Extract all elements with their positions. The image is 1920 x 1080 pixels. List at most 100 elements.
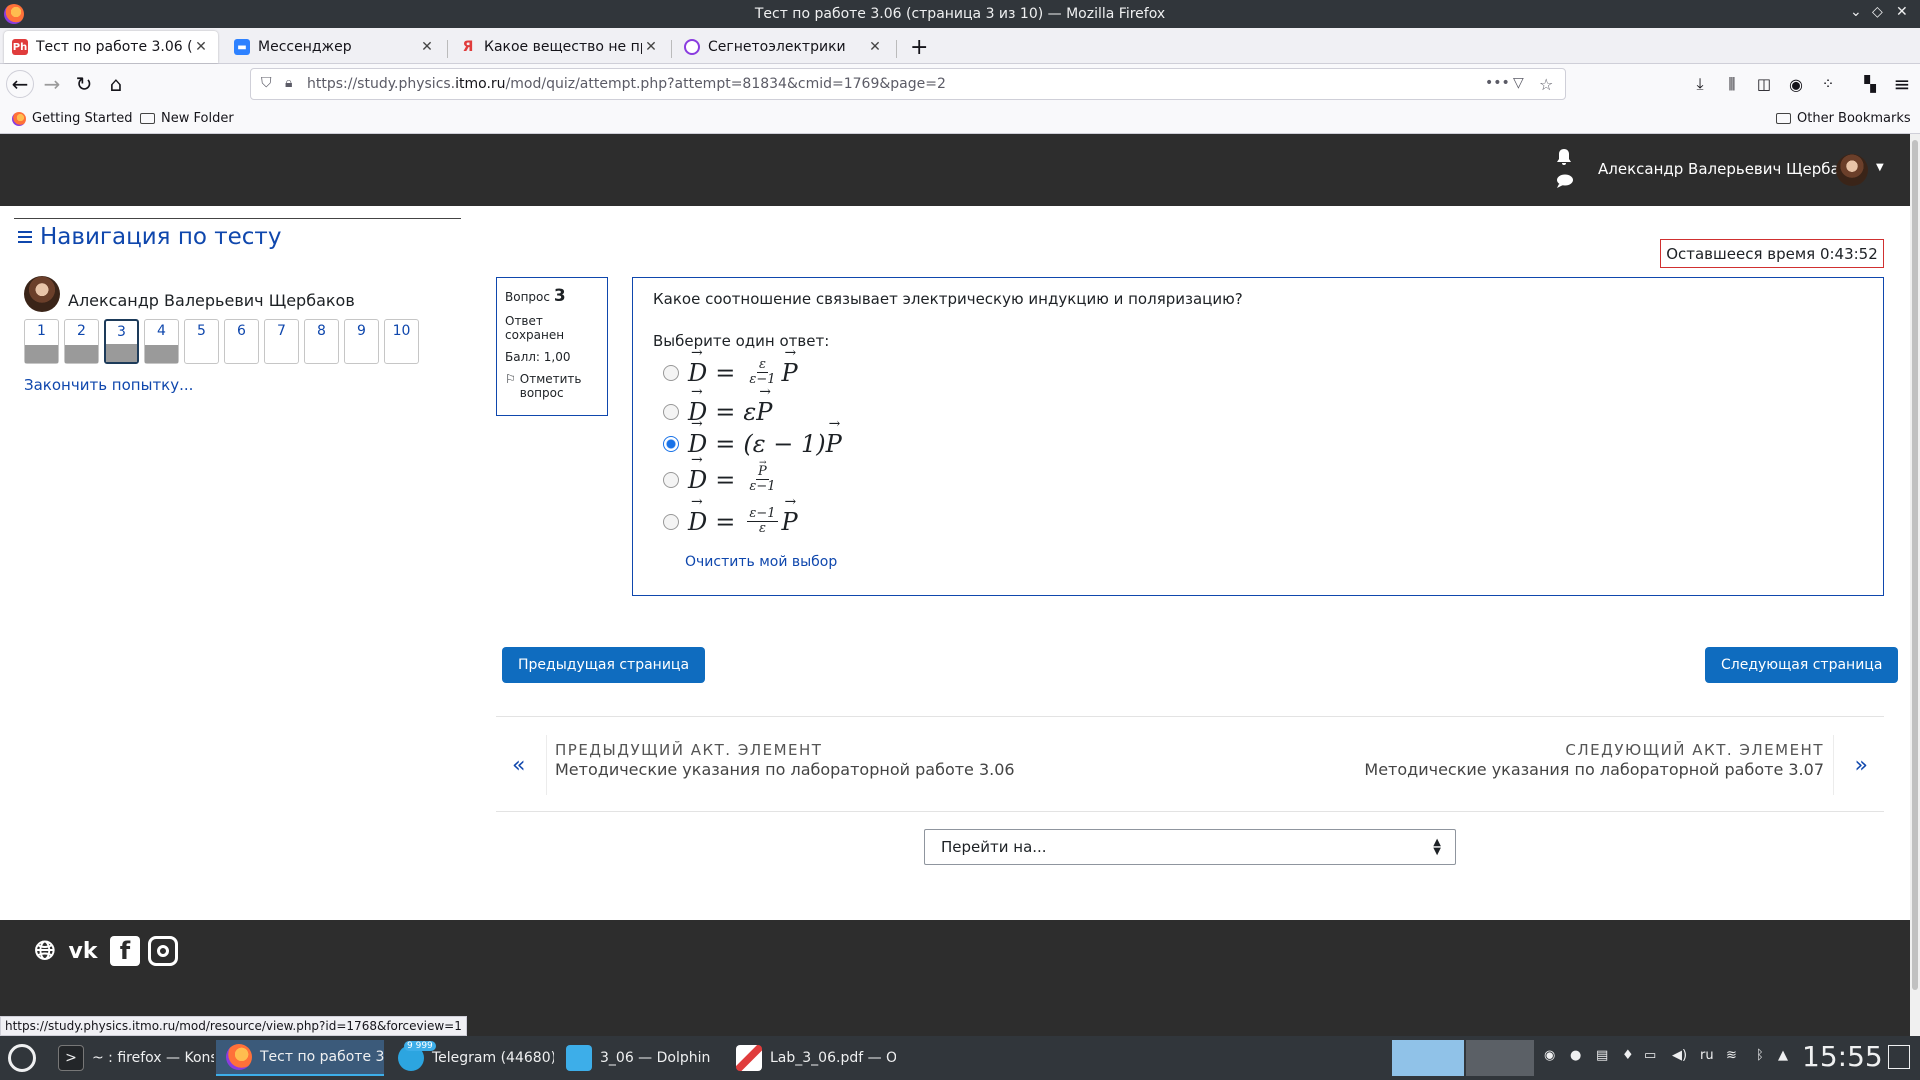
bookmark-other[interactable]: Other Bookmarks	[1776, 111, 1911, 126]
sidebar-icon[interactable]: ◫	[1750, 70, 1778, 98]
back-button[interactable]: ←	[6, 70, 34, 98]
bulb-icon[interactable]: ♦	[1622, 1048, 1634, 1063]
next-page-button[interactable]: Следующая страница	[1705, 647, 1899, 683]
tab-messenger[interactable]: ▬ Мессенджер ✕	[226, 31, 444, 63]
taskbar-okular[interactable]: Lab_3_06.pdf — O...	[726, 1040, 896, 1076]
close-tab-icon[interactable]: ✕	[642, 39, 660, 55]
answer-option-3[interactable]: D= (ε − 1)P	[663, 416, 842, 458]
prev-activity-label: ПРЕДЫДУЩИЙ АКТ. ЭЛЕМЕНТ	[555, 741, 823, 759]
home-button[interactable]: ⌂	[102, 70, 130, 98]
downloads-icon[interactable]: ⤓	[1686, 70, 1714, 98]
bookmarks-bar: Getting Started New Folder Other Bookmar…	[0, 104, 1920, 134]
flag-question-button[interactable]: ⚐ Отметить вопрос	[505, 372, 599, 400]
lock-icon[interactable]: 🔒︎	[285, 75, 292, 91]
tray-expand-icon[interactable]: ▲	[1778, 1048, 1788, 1063]
shield-icon[interactable]: ⛉	[261, 75, 272, 91]
double-chevron-right-icon[interactable]: »	[1855, 753, 1868, 778]
battery-icon[interactable]: ▭	[1644, 1048, 1656, 1063]
question-button-9[interactable]: 9	[344, 319, 379, 364]
virtual-desktop-2[interactable]	[1466, 1040, 1534, 1076]
question-button-10[interactable]: 10	[384, 319, 419, 364]
question-button-4[interactable]: 4	[144, 319, 179, 364]
answer-option-1[interactable]: D= εε−1 P	[663, 345, 798, 387]
globe-icon[interactable]: 🌐︎	[30, 936, 60, 966]
url-bar[interactable]: ⛉ 🔒︎ https://study.physics.itmo.ru/mod/q…	[250, 68, 1566, 100]
chat-icon[interactable]	[1556, 174, 1574, 188]
instagram-icon[interactable]	[148, 936, 178, 966]
network-status-icon[interactable]: ●	[1570, 1048, 1581, 1063]
virtual-desktop-1[interactable]	[1392, 1040, 1464, 1076]
bookmark-star-icon[interactable]: ☆	[1539, 75, 1553, 94]
question-text: Какое соотношение связывает электрическу…	[653, 290, 1243, 308]
wifi-icon[interactable]: ≋	[1726, 1048, 1737, 1063]
bluetooth-icon[interactable]: ᛒ	[1756, 1048, 1764, 1063]
chevron-down-icon[interactable]: ▼	[1876, 162, 1884, 173]
telegram-icon: 9 999	[398, 1041, 436, 1071]
close-tab-icon[interactable]: ✕	[192, 39, 210, 55]
tab-quiz[interactable]: Ph Тест по работе 3.06 (стра ✕	[4, 31, 218, 63]
answer-option-4[interactable]: D= Pε−1	[663, 452, 782, 494]
radio-button[interactable]	[663, 513, 679, 530]
previous-page-button[interactable]: Предыдущая страница	[502, 647, 706, 683]
question-button-8[interactable]: 8	[304, 319, 339, 364]
pocket-icon[interactable]: ▽	[1513, 75, 1524, 91]
vk-icon[interactable]: vk	[68, 936, 98, 966]
question-state: Ответ сохранен	[505, 314, 565, 342]
jump-to-select[interactable]: Перейти на... ▲ ▼	[924, 829, 1456, 865]
next-activity-link[interactable]: Методические указания по лабораторной ра…	[1364, 760, 1824, 779]
account-icon[interactable]: ◉	[1782, 70, 1810, 98]
taskbar-konsole[interactable]: > ~ : firefox — Kons...	[48, 1040, 214, 1076]
radio-button[interactable]	[663, 471, 679, 488]
library-icon[interactable]: ⫼	[1718, 70, 1746, 98]
taskbar-firefox[interactable]: Тест по работе 3....	[216, 1040, 384, 1076]
bookmark-getting-started[interactable]: Getting Started	[12, 111, 133, 126]
menu-icon[interactable]: ≡	[1888, 70, 1916, 98]
show-desktop-icon[interactable]	[1888, 1045, 1910, 1069]
close-window-icon[interactable]: ✕	[1896, 4, 1908, 20]
radio-button-selected[interactable]	[663, 436, 679, 452]
more-actions-icon[interactable]: •••	[1485, 75, 1510, 91]
radio-button[interactable]	[663, 364, 679, 381]
volume-icon[interactable]: ◀)	[1672, 1048, 1687, 1063]
facebook-icon[interactable]: f	[110, 936, 140, 966]
tab-ferroelectrics[interactable]: Сегнетоэлектрики ✕	[676, 31, 892, 63]
bell-icon[interactable]	[1556, 148, 1572, 166]
finish-attempt-link[interactable]: Закончить попытку...	[24, 376, 193, 394]
answer-option-5[interactable]: D= ε−1ε P	[663, 494, 798, 536]
question-button-2[interactable]: 2	[64, 319, 99, 364]
maximize-icon[interactable]: ◇	[1872, 4, 1883, 20]
question-button-5[interactable]: 5	[184, 319, 219, 364]
question-button-3[interactable]: 3	[104, 319, 139, 364]
question-button-7[interactable]: 7	[264, 319, 299, 364]
close-tab-icon[interactable]: ✕	[866, 39, 884, 55]
answer-option-2[interactable]: D= εP	[663, 384, 772, 426]
user-name[interactable]: Александр Валерьевич Щербаков	[1598, 160, 1867, 178]
question-button-6[interactable]: 6	[224, 319, 259, 364]
taskbar-dolphin[interactable]: 3_06 — Dolphin	[556, 1040, 722, 1076]
question-button-1[interactable]: 1	[24, 319, 59, 364]
updates-icon[interactable]: ◉	[1544, 1048, 1555, 1063]
clear-choice-link[interactable]: Очистить мой выбор	[685, 554, 837, 570]
minimize-icon[interactable]: ⌄	[1850, 4, 1862, 20]
prev-activity-link[interactable]: Методические указания по лабораторной ра…	[555, 760, 1015, 779]
radio-button[interactable]	[663, 404, 679, 420]
close-tab-icon[interactable]: ✕	[418, 39, 436, 55]
double-chevron-left-icon[interactable]: «	[512, 753, 525, 778]
taskbar-telegram[interactable]: 9 999 Telegram (44680)	[388, 1040, 554, 1076]
quiz-nav-title[interactable]: Навигация по тесту	[18, 224, 281, 250]
lang-indicator[interactable]: ru	[1700, 1048, 1714, 1063]
clipboard-icon[interactable]: ▤	[1596, 1048, 1608, 1063]
new-tab-button[interactable]: +	[902, 31, 932, 63]
reload-button[interactable]: ↻	[70, 70, 98, 98]
tab-yandex[interactable]: Я Какое вещество не проя ✕	[452, 31, 668, 63]
activity-navigation: « ПРЕДЫДУЩИЙ АКТ. ЭЛЕМЕНТ Методические у…	[496, 716, 1884, 812]
clock[interactable]: 15:55	[1802, 1040, 1883, 1073]
avatar[interactable]	[1836, 154, 1868, 186]
extensions-icon[interactable]: ⁘	[1814, 70, 1842, 98]
bookmark-new-folder[interactable]: New Folder	[140, 111, 234, 126]
forward-button[interactable]: →	[38, 70, 66, 98]
addons-icon[interactable]: ▚	[1856, 70, 1884, 98]
app-launcher-icon[interactable]	[8, 1044, 36, 1072]
terminal-icon: >	[58, 1045, 84, 1071]
scrollbar-thumb[interactable]	[1912, 140, 1918, 990]
